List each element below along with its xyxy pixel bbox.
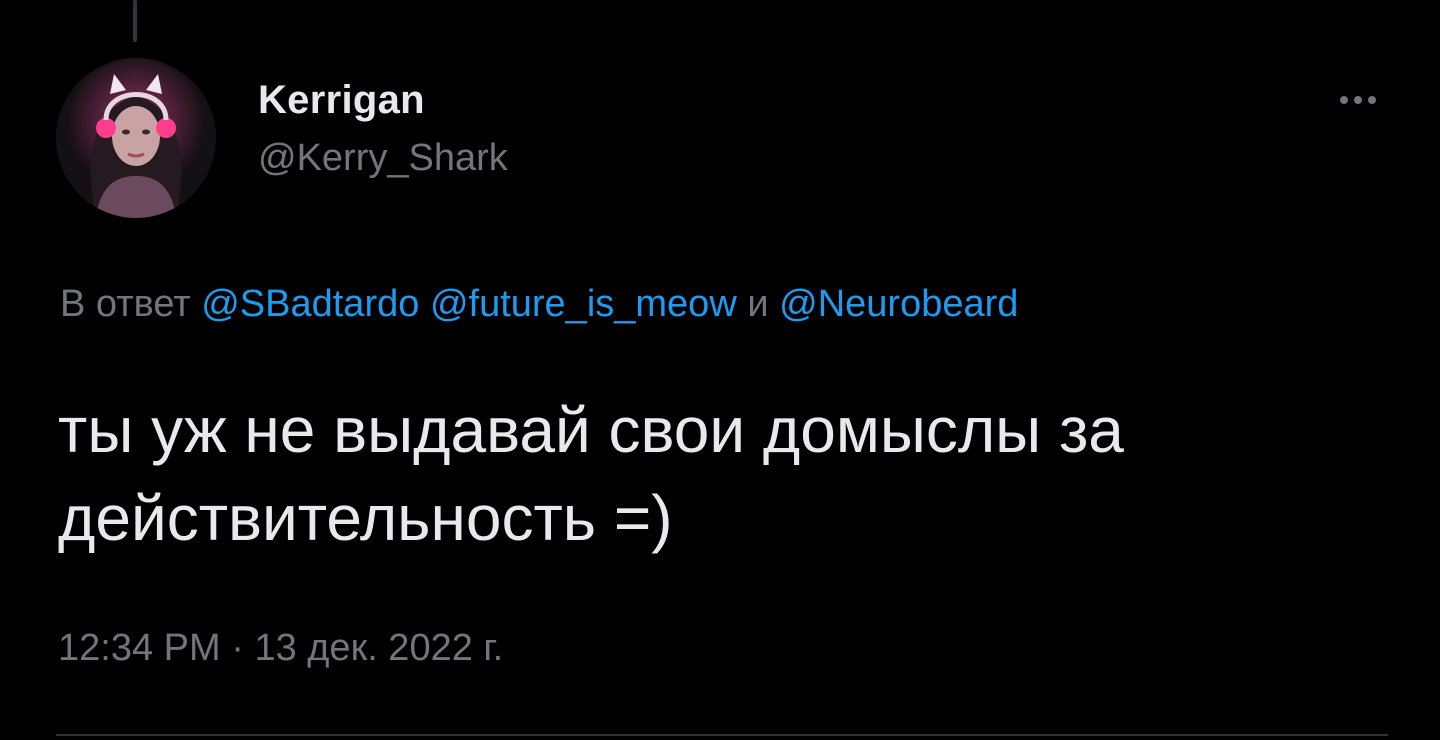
tweet-text: ты уж не выдавай свои домыслы за действи… [58, 386, 1398, 562]
tweet-text-line: действительность =) [58, 482, 673, 554]
more-horizontal-icon-dot-3 [1368, 96, 1376, 104]
tweet-author[interactable]: Kerrigan @Kerry_Shark [258, 74, 508, 184]
author-handle[interactable]: @Kerry_Shark [258, 132, 508, 184]
more-horizontal-icon [1340, 96, 1348, 104]
timestamp-separator: · [231, 627, 244, 669]
tweet-date: 13 дек. 2022 г. [254, 627, 504, 669]
author-display-name[interactable]: Kerrigan [258, 74, 508, 126]
avatar[interactable] [56, 58, 216, 218]
thread-connector-line [133, 0, 137, 42]
mention-link[interactable]: @future_is_meow [430, 283, 737, 325]
more-horizontal-icon-dot-2 [1354, 96, 1362, 104]
reply-prefix: В ответ [60, 283, 191, 325]
more-options-button[interactable] [1328, 82, 1388, 118]
tweet-time: 12:34 PM [58, 627, 221, 669]
reply-conjunction: и [747, 283, 769, 325]
divider [56, 734, 1388, 736]
mention-link[interactable]: @SBadtardo [201, 283, 419, 325]
mention-link[interactable]: @Neurobeard [779, 283, 1018, 325]
tweet-timestamp[interactable]: 12:34 PM · 13 дек. 2022 г. [58, 622, 503, 674]
tweet-text-line: ты уж не выдавай свои домыслы за [58, 394, 1124, 466]
replying-to: В ответ @SBadtardo @future_is_meow и @Ne… [60, 278, 1018, 330]
profile-avatar-icon [56, 58, 216, 218]
